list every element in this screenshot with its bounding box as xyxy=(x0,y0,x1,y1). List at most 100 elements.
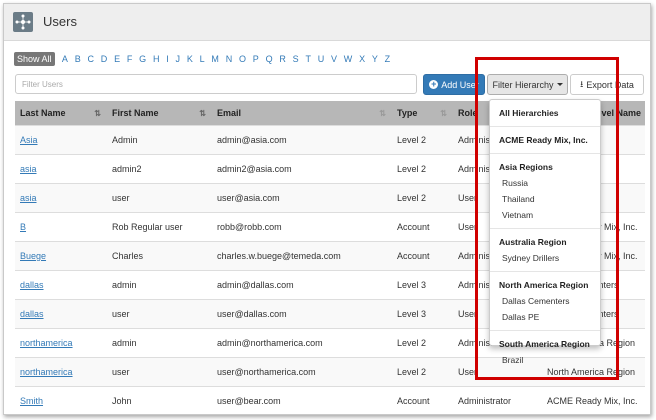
letter-filter-v[interactable]: V xyxy=(331,54,337,64)
user-link[interactable]: B xyxy=(20,222,26,232)
table-cell: admin2 xyxy=(107,154,212,184)
cell-text: charles.w.buege@temeda.com xyxy=(217,251,341,261)
letter-filter-z[interactable]: Z xyxy=(385,54,391,64)
letter-filter-h[interactable]: H xyxy=(153,54,160,64)
table-cell: Level 3 xyxy=(392,299,453,329)
letter-filter-d[interactable]: D xyxy=(101,54,108,64)
column-label: Email xyxy=(217,108,242,118)
user-link[interactable]: Buege xyxy=(20,251,46,261)
letter-filter-s[interactable]: S xyxy=(293,54,299,64)
user-link[interactable]: northamerica xyxy=(20,338,73,348)
table-cell: Account xyxy=(392,212,453,242)
letter-filter-x[interactable]: X xyxy=(359,54,365,64)
cell-text: user@dallas.com xyxy=(217,309,287,319)
table-cell: Administrator xyxy=(453,386,542,414)
cell-text: Account xyxy=(397,222,430,232)
letter-filter-y[interactable]: Y xyxy=(372,54,378,64)
cell-text: user@asia.com xyxy=(217,193,280,203)
letter-filter-t[interactable]: T xyxy=(305,54,311,64)
letter-filter-w[interactable]: W xyxy=(344,54,353,64)
alphabet-filter: Show All ABCDEFGHIJKLMNOPQRSTUVWXYZ xyxy=(14,52,394,66)
letter-filter-e[interactable]: E xyxy=(114,54,120,64)
cell-text: Administrator xyxy=(458,396,512,406)
cell-text: Level 2 xyxy=(397,164,427,174)
cell-text: ACME Ready Mix, Inc. xyxy=(547,396,638,406)
column-header-last-name[interactable]: Last Name ⇅ xyxy=(15,101,107,126)
table-cell: Level 2 xyxy=(392,357,453,387)
letter-filter-j[interactable]: J xyxy=(176,54,181,64)
letter-filter-c[interactable]: C xyxy=(88,54,95,64)
letter-filter-n[interactable]: N xyxy=(226,54,233,64)
table-cell: Charles xyxy=(107,241,212,271)
user-link[interactable]: asia xyxy=(20,164,37,174)
cell-text: admin2 xyxy=(112,164,142,174)
cell-text: Level 2 xyxy=(397,135,427,145)
user-link[interactable]: dallas xyxy=(20,280,44,290)
table-cell: charles.w.buege@temeda.com xyxy=(212,241,392,271)
cell-text: admin@northamerica.com xyxy=(217,338,323,348)
user-link[interactable]: Asia xyxy=(20,135,38,145)
page-header: Users xyxy=(4,4,650,41)
show-all-button[interactable]: Show All xyxy=(14,52,55,66)
cell-text: admin@asia.com xyxy=(217,135,287,145)
letter-filter-g[interactable]: G xyxy=(139,54,146,64)
letter-filter-m[interactable]: M xyxy=(211,54,219,64)
letter-filter-b[interactable]: B xyxy=(75,54,81,64)
letter-filter-u[interactable]: U xyxy=(318,54,325,64)
column-header-type[interactable]: Type ⇅ xyxy=(392,101,453,126)
table-cell: asia xyxy=(15,183,107,213)
user-link[interactable]: dallas xyxy=(20,309,44,319)
cell-text: Rob Regular user xyxy=(112,222,183,232)
column-header-first-name[interactable]: First Name ⇅ xyxy=(107,101,212,126)
cell-text: Level 3 xyxy=(397,309,427,319)
table-cell: Admin xyxy=(107,125,212,155)
letter-filter-l[interactable]: L xyxy=(200,54,205,64)
table-cell: admin@asia.com xyxy=(212,125,392,155)
user-link[interactable]: asia xyxy=(20,193,37,203)
letter-filter-o[interactable]: O xyxy=(239,54,246,64)
table-cell: Level 2 xyxy=(392,125,453,155)
table-cell: Level 3 xyxy=(392,270,453,300)
user-link[interactable]: Smith xyxy=(20,396,43,406)
table-cell: user@dallas.com xyxy=(212,299,392,329)
column-label: Type xyxy=(397,108,418,118)
letter-filter-p[interactable]: P xyxy=(253,54,259,64)
filter-users-input[interactable] xyxy=(15,74,417,94)
cell-text: Charles xyxy=(112,251,144,261)
cell-text: user xyxy=(112,193,130,203)
cell-text: admin2@asia.com xyxy=(217,164,292,174)
table-cell: admin xyxy=(107,328,212,358)
table-cell: ACME Ready Mix, Inc. xyxy=(542,386,645,414)
table-cell: Level 2 xyxy=(392,154,453,184)
column-label: Last Name xyxy=(20,108,66,118)
cell-text: Level 2 xyxy=(397,338,427,348)
table-cell: Buege xyxy=(15,241,107,271)
cell-text: Account xyxy=(397,251,430,261)
table-cell: Account xyxy=(392,241,453,271)
hierarchy-icon xyxy=(13,12,33,32)
table-cell: user xyxy=(107,357,212,387)
cell-text: user@bear.com xyxy=(217,396,281,406)
table-cell: user xyxy=(107,299,212,329)
letter-filter-r[interactable]: R xyxy=(279,54,286,64)
user-link[interactable]: northamerica xyxy=(20,367,73,377)
sort-icon: ⇅ xyxy=(440,109,447,118)
table-cell: northamerica xyxy=(15,357,107,387)
table-cell: northamerica xyxy=(15,328,107,358)
letter-filter-q[interactable]: Q xyxy=(266,54,273,64)
letter-filter-f[interactable]: F xyxy=(127,54,133,64)
letter-filter-k[interactable]: K xyxy=(187,54,193,64)
cell-text: Level 3 xyxy=(397,280,427,290)
table-cell: user@bear.com xyxy=(212,386,392,414)
letter-filter-a[interactable]: A xyxy=(62,54,68,64)
table-cell: Level 2 xyxy=(392,328,453,358)
sort-alpha-icon: ⇅ xyxy=(199,109,206,118)
column-label: First Name xyxy=(112,108,159,118)
letter-filter-i[interactable]: I xyxy=(166,54,169,64)
cell-text: robb@robb.com xyxy=(217,222,282,232)
table-row: Smith John user@bear.com Account Administrat… xyxy=(15,386,645,414)
column-header-email[interactable]: Email ⇅ xyxy=(212,101,392,126)
table-cell: asia xyxy=(15,154,107,184)
plus-circle-icon: + xyxy=(429,79,439,89)
sort-alpha-icon: ⇅ xyxy=(94,109,101,118)
